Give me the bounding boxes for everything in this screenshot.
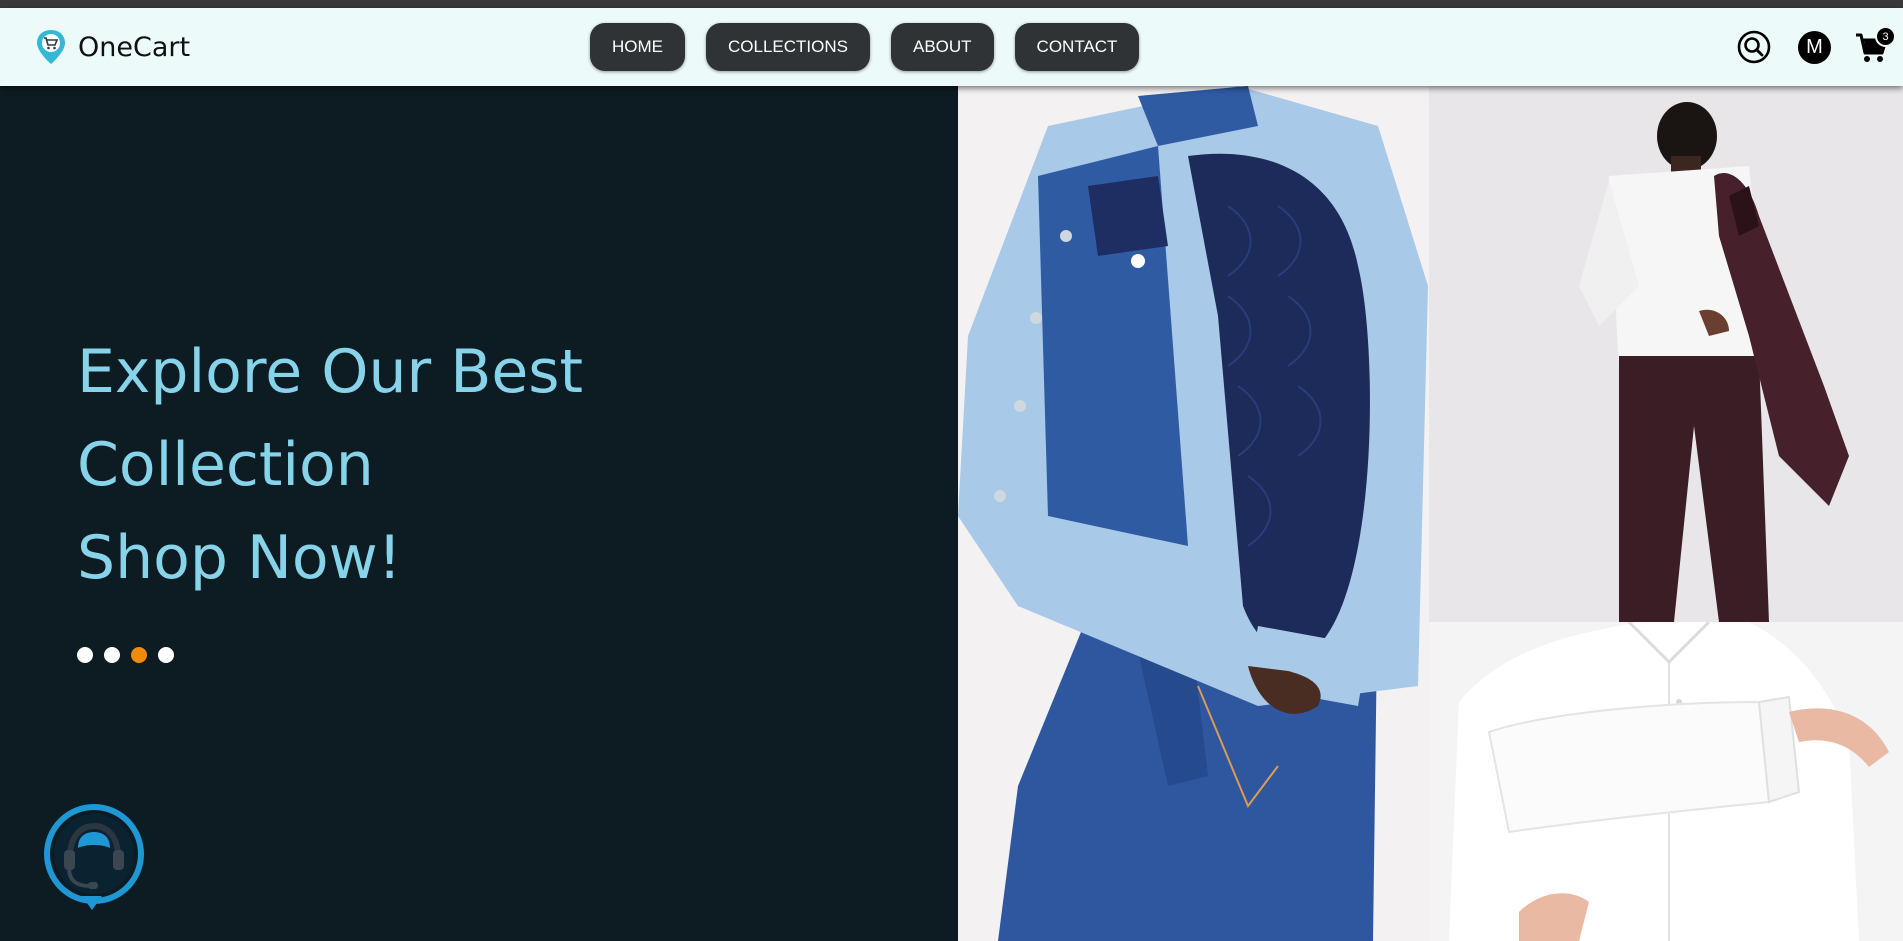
hero-image-collage <box>958 86 1903 941</box>
white-shirt-illustration <box>1429 622 1903 941</box>
white-shirt-photo <box>1429 622 1903 941</box>
navbar: OneCart HOME COLLECTIONS ABOUT CONTACT M… <box>0 8 1903 86</box>
nav-about-button[interactable]: ABOUT <box>890 23 994 71</box>
slider-dot-4[interactable] <box>158 647 174 663</box>
headset-chat-icon[interactable] <box>42 802 146 914</box>
hero-line-2: Collection <box>77 430 374 500</box>
jacket-photo <box>958 86 1429 941</box>
nav-home-button[interactable]: HOME <box>590 23 685 71</box>
brand-name: OneCart <box>78 31 191 63</box>
suit-photo <box>1429 86 1903 622</box>
burgundy-suit-illustration <box>1429 86 1903 622</box>
user-avatar[interactable]: M <box>1798 31 1831 64</box>
hero-line-3: Shop Now! <box>77 523 402 593</box>
slider-dot-3[interactable] <box>131 647 147 663</box>
denim-jacket-illustration <box>958 86 1429 941</box>
slider-dot-1[interactable] <box>77 647 93 663</box>
cart-pin-icon <box>37 30 65 64</box>
search-icon[interactable] <box>1737 30 1771 64</box>
hero-line-1: Explore Our Best <box>77 337 584 407</box>
top-strip <box>0 0 1903 8</box>
hero-heading: Explore Our Best Collection Shop Now! <box>77 326 583 605</box>
nav-contact-button[interactable]: CONTACT <box>1014 23 1140 71</box>
brand-logo[interactable]: OneCart <box>34 28 190 66</box>
cart-button[interactable]: 3 <box>1855 26 1896 66</box>
cart-count-badge: 3 <box>1875 26 1896 47</box>
nav-collections-button[interactable]: COLLECTIONS <box>706 23 870 71</box>
main-nav: HOME COLLECTIONS ABOUT CONTACT <box>590 23 1140 71</box>
slider-dots <box>77 647 174 663</box>
slider-dot-2[interactable] <box>104 647 120 663</box>
